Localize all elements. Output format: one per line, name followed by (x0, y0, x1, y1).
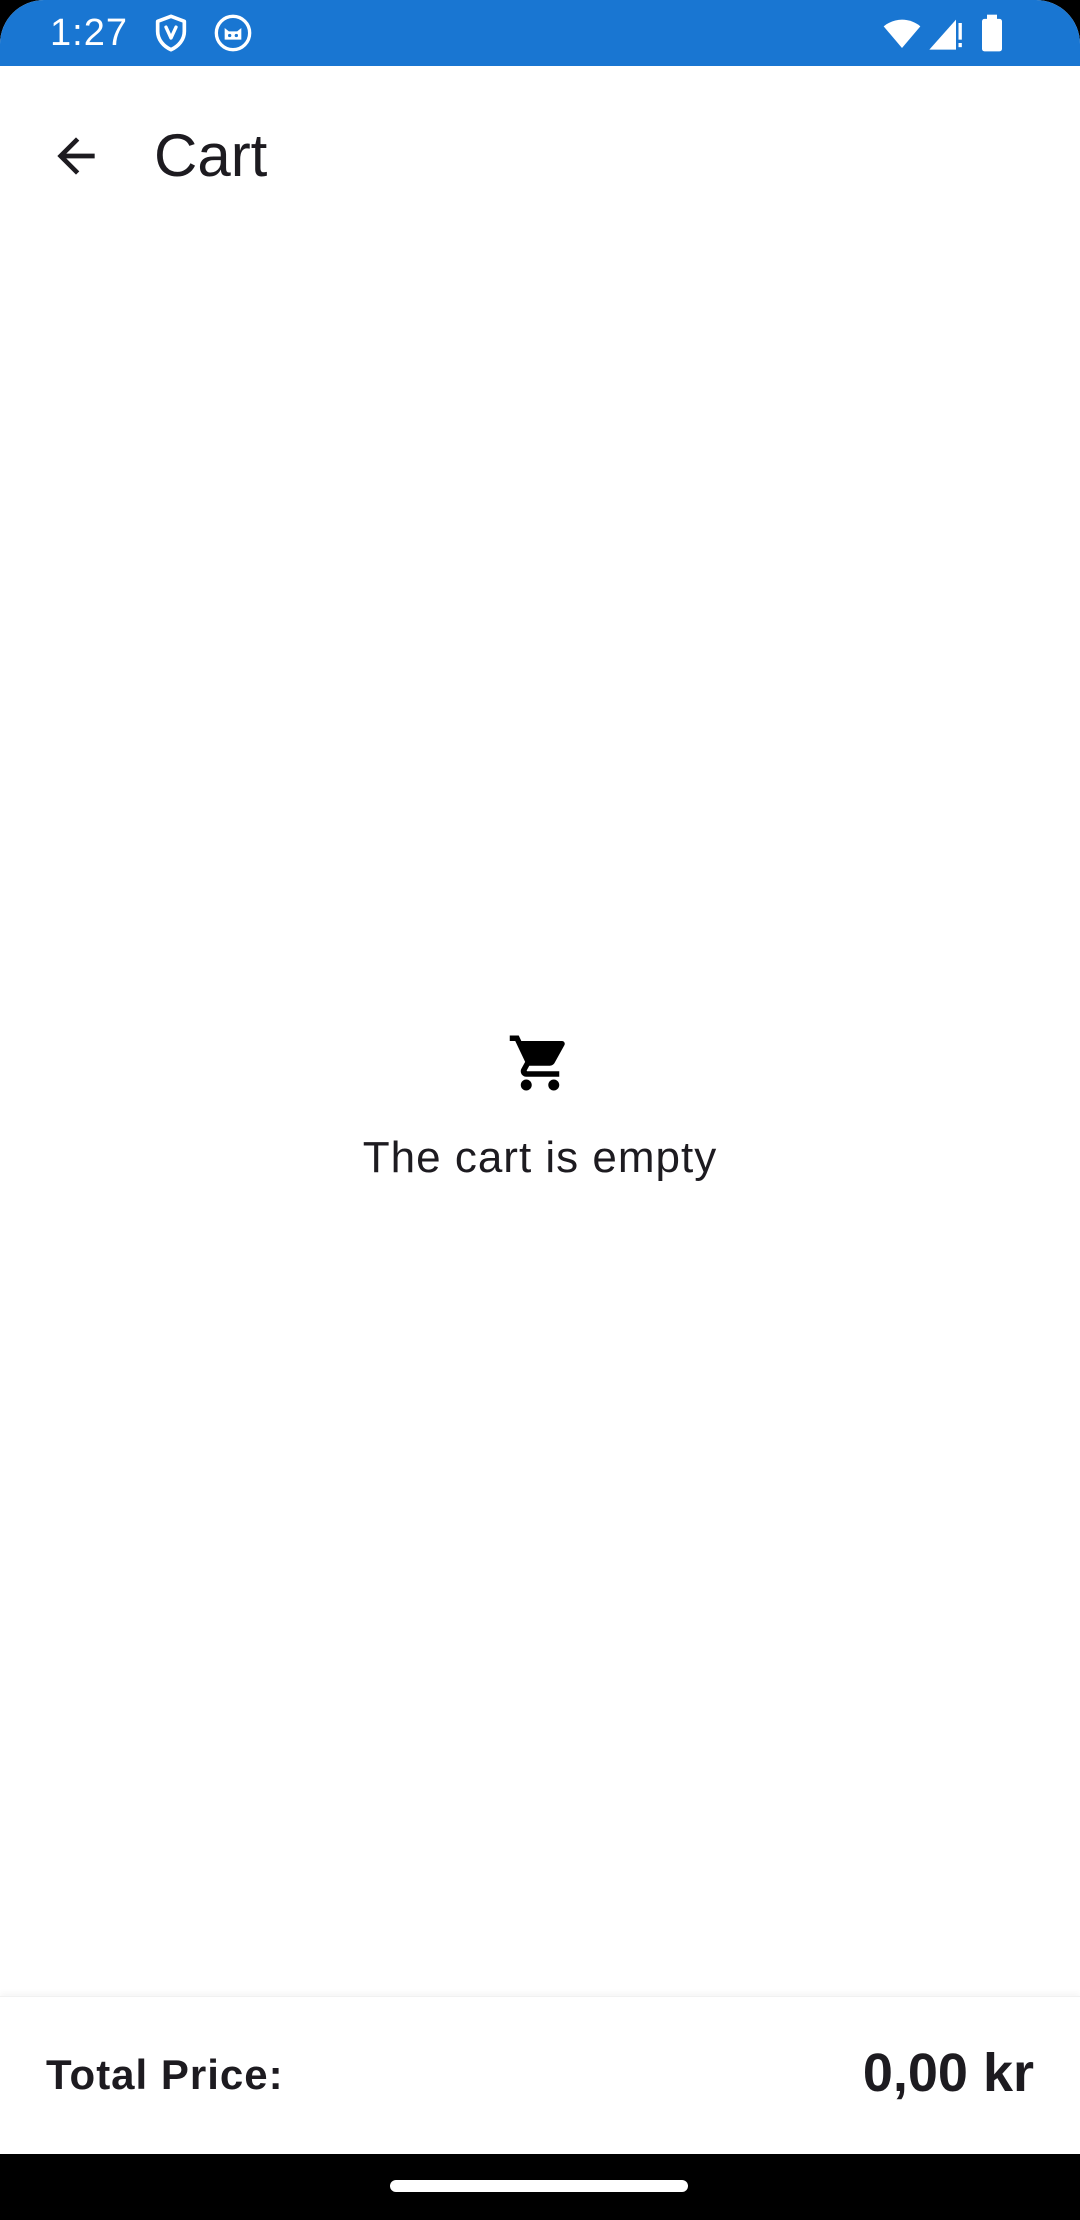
home-gesture-handle[interactable] (390, 2180, 688, 2192)
back-button[interactable] (36, 116, 116, 196)
cellular-signal-icon (926, 13, 966, 53)
shield-icon (151, 13, 191, 53)
page-title: Cart (154, 122, 268, 189)
total-price-label: Total Price: (46, 2051, 284, 2098)
status-time: 1:27 (50, 12, 128, 54)
top-app-bar: Cart (0, 66, 1080, 242)
status-bar: 1:27 (0, 0, 1080, 66)
wifi-icon (880, 13, 924, 53)
cat-face-icon (213, 13, 253, 53)
battery-icon (978, 13, 1006, 53)
arrow-back-icon (57, 137, 95, 175)
empty-cart-state: The cart is empty (0, 1030, 1080, 1186)
total-price-value: 0,00 kr (862, 2043, 1034, 2103)
cart-screen: 1:27 Cart The cart is empty Total Price:… (0, 0, 1080, 2220)
empty-cart-message: The cart is empty (362, 1133, 718, 1182)
shopping-cart-icon (507, 1030, 573, 1096)
total-price-bar: Total Price: 0,00 kr (0, 1996, 1080, 2155)
system-navigation-bar (0, 2154, 1080, 2220)
